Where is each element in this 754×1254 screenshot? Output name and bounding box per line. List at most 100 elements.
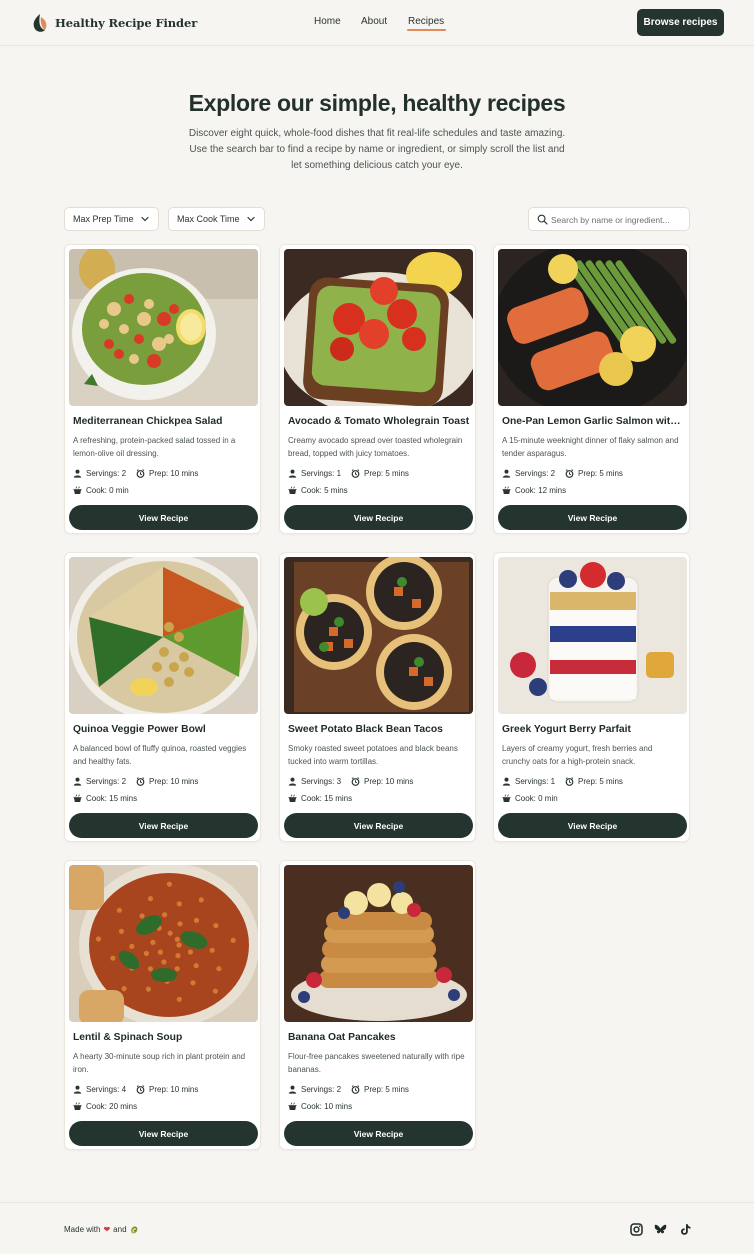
recipe-description: Layers of creamy yogurt, fresh berries a…	[502, 744, 653, 766]
servings-icon	[73, 777, 82, 786]
recipe-title: Mediterranean Chickpea Salad	[73, 416, 223, 427]
cook-text: Cook: 0 min	[515, 794, 558, 803]
servings-text: Servings: 1	[515, 777, 556, 786]
nav-recipes[interactable]: Recipes	[406, 16, 447, 31]
avocado-icon	[130, 1226, 137, 1234]
cook-text: Cook: 20 mins	[86, 1102, 138, 1111]
recipe-servings: Servings: 2	[288, 1085, 341, 1094]
recipe-cook-time: Cook: 15 mins	[73, 794, 137, 803]
view-recipe-button[interactable]: View Recipe	[284, 1121, 473, 1146]
prep-time-icon	[351, 777, 360, 786]
servings-icon	[502, 469, 511, 478]
prep-time-icon	[136, 1085, 145, 1094]
view-recipe-button[interactable]: View Recipe	[498, 813, 687, 838]
recipe-card: Avocado & Tomato Wholegrain Toast Creamy …	[279, 244, 476, 534]
recipe-cook-time: Cook: 0 min	[73, 486, 129, 495]
recipe-prep-time: Prep: 5 mins	[565, 777, 623, 786]
cook-text: Cook: 15 mins	[301, 794, 353, 803]
search-input[interactable]	[551, 211, 685, 228]
prep-text: Prep: 5 mins	[364, 469, 409, 478]
view-recipe-button[interactable]: View Recipe	[69, 813, 258, 838]
servings-icon	[73, 469, 82, 478]
recipe-image	[284, 865, 473, 1022]
recipe-prep-time: Prep: 10 mins	[351, 777, 413, 786]
recipe-card: Greek Yogurt Berry Parfait Layers of crea…	[493, 552, 690, 842]
cook-text: Cook: 5 mins	[301, 486, 348, 495]
recipe-description: A refreshing, protein-packed salad tosse…	[73, 436, 236, 458]
recipe-image	[284, 557, 473, 714]
prep-time-icon	[565, 777, 574, 786]
prep-text: Prep: 10 mins	[364, 777, 414, 786]
servings-icon	[502, 777, 511, 786]
page-subtitle: Discover eight quick, whole-food dishes …	[188, 128, 566, 172]
max-prep-time-dropdown[interactable]: Max Prep Time	[64, 207, 159, 231]
recipe-card: Mediterranean Chickpea Salad A refreshing…	[64, 244, 261, 534]
chevron-down-icon	[141, 216, 149, 222]
bluesky-icon[interactable]	[654, 1223, 667, 1236]
recipe-cook-time: Cook: 5 mins	[288, 486, 348, 495]
prep-text: Prep: 5 mins	[364, 1085, 409, 1094]
recipe-prep-time: Prep: 5 mins	[351, 1085, 409, 1094]
recipe-cook-time: Cook: 15 mins	[288, 794, 352, 803]
recipe-description: Flour-free pancakes sweetened naturally …	[288, 1052, 465, 1074]
nav-about[interactable]: About	[361, 16, 387, 27]
recipe-title: Banana Oat Pancakes	[288, 1032, 396, 1043]
tiktok-icon[interactable]	[679, 1223, 692, 1236]
nav-home[interactable]: Home	[314, 16, 341, 27]
site-footer: Made with ❤ and	[0, 1202, 754, 1254]
cook-time-icon	[502, 486, 511, 494]
heart-icon: ❤	[103, 1225, 111, 1234]
servings-text: Servings: 2	[86, 777, 127, 786]
cook-time-icon	[288, 794, 297, 802]
recipe-description: A hearty 30-minute soup rich in plant pr…	[73, 1052, 246, 1074]
max-cook-time-dropdown[interactable]: Max Cook Time	[168, 207, 265, 231]
recipe-title: Lentil & Spinach Soup	[73, 1032, 183, 1043]
recipe-description: Creamy avocado spread over toasted whole…	[288, 436, 463, 458]
cook-time-icon	[73, 486, 82, 494]
recipe-servings: Servings: 2	[502, 469, 555, 478]
servings-text: Servings: 4	[86, 1085, 127, 1094]
recipe-servings: Servings: 3	[288, 777, 341, 786]
chevron-down-icon	[247, 216, 255, 222]
servings-text: Servings: 2	[515, 469, 556, 478]
recipe-title: Sweet Potato Black Bean Tacos	[288, 724, 443, 735]
recipe-title: Quinoa Veggie Power Bowl	[73, 724, 206, 735]
recipe-card: Sweet Potato Black Bean Tacos Smoky roast…	[279, 552, 476, 842]
cook-text: Cook: 10 mins	[301, 1102, 353, 1111]
servings-text: Servings: 1	[301, 469, 342, 478]
view-recipe-button[interactable]: View Recipe	[69, 505, 258, 530]
footer-credit: Made with ❤ and	[64, 1225, 139, 1234]
cook-time-icon	[288, 486, 297, 494]
recipe-servings: Servings: 1	[288, 469, 341, 478]
view-recipe-button[interactable]: View Recipe	[69, 1121, 258, 1146]
page-title: Explore our simple, healthy recipes	[188, 90, 566, 116]
recipe-image	[69, 557, 258, 714]
recipe-servings: Servings: 4	[73, 1085, 126, 1094]
and-text: and	[113, 1225, 127, 1234]
recipe-title: One-Pan Lemon Garlic Salmon with...	[502, 416, 684, 427]
view-recipe-button[interactable]: View Recipe	[498, 505, 687, 530]
recipe-cook-time: Cook: 12 mins	[502, 486, 566, 495]
prep-text: Prep: 5 mins	[578, 469, 623, 478]
recipe-servings: Servings: 1	[502, 777, 555, 786]
cook-text: Cook: 12 mins	[515, 486, 567, 495]
recipe-description: Smoky roasted sweet potatoes and black b…	[288, 744, 458, 766]
instagram-icon[interactable]	[630, 1223, 643, 1236]
made-with-text: Made with	[64, 1225, 101, 1234]
view-recipe-button[interactable]: View Recipe	[284, 813, 473, 838]
prep-time-icon	[136, 777, 145, 786]
servings-icon	[288, 777, 297, 786]
recipe-image	[284, 249, 473, 406]
view-recipe-button[interactable]: View Recipe	[284, 505, 473, 530]
browse-recipes-button[interactable]: Browse recipes	[637, 9, 724, 36]
recipe-card: Banana Oat Pancakes Flour-free pancakes s…	[279, 860, 476, 1150]
recipe-title: Greek Yogurt Berry Parfait	[502, 724, 631, 735]
prep-time-icon	[351, 1085, 360, 1094]
recipe-prep-time: Prep: 10 mins	[136, 1085, 198, 1094]
servings-text: Servings: 3	[301, 777, 342, 786]
servings-icon	[288, 1085, 297, 1094]
recipe-image	[69, 249, 258, 406]
servings-text: Servings: 2	[301, 1085, 342, 1094]
cook-time-icon	[73, 1102, 82, 1110]
servings-icon	[288, 469, 297, 478]
